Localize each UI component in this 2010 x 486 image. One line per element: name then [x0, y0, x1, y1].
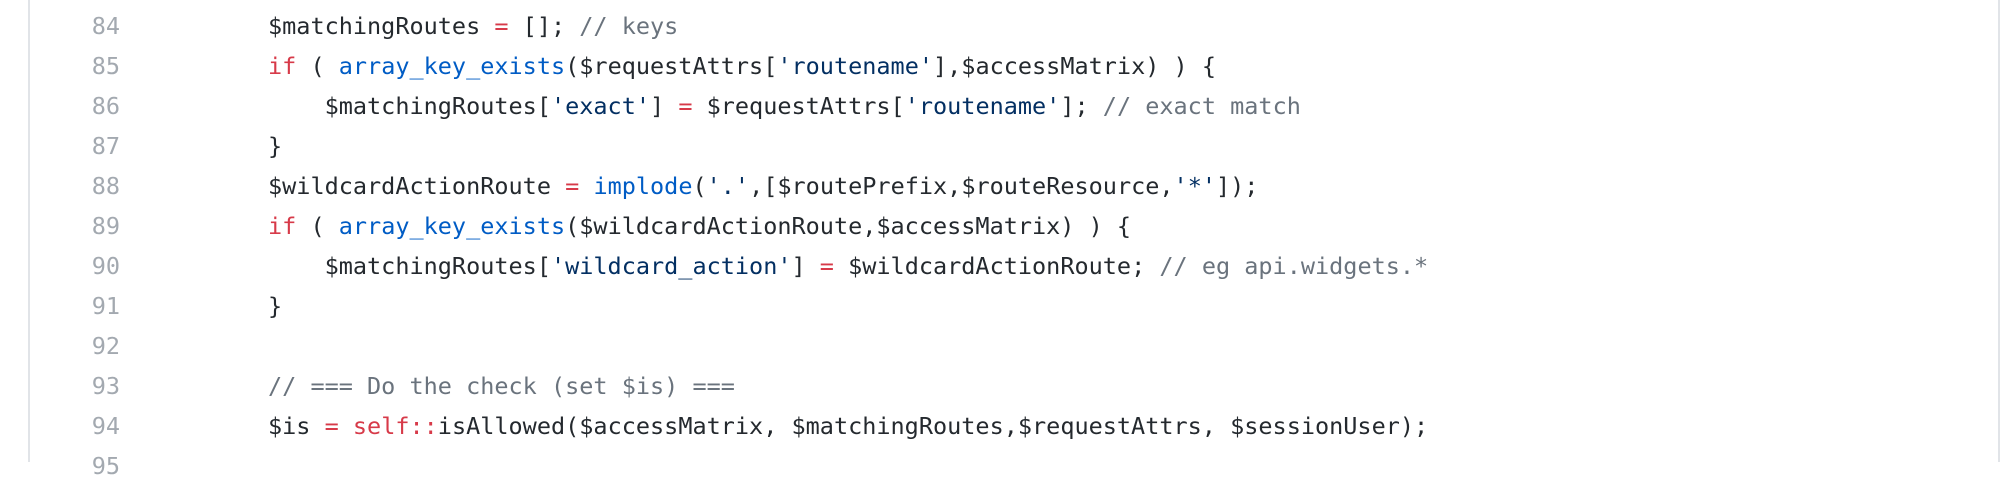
code-token: ,[$routePrefix,$routeResource, — [749, 172, 1174, 200]
code-token: // keys — [579, 12, 679, 40]
line-number[interactable]: 90 — [30, 246, 120, 286]
code-line: 91} — [30, 286, 1998, 326]
line-content: $is = self::isAllowed($accessMatrix, $ma… — [268, 406, 1428, 446]
code-token: ] — [650, 92, 679, 120]
line-number[interactable]: 87 — [30, 126, 120, 166]
line-content: $matchingRoutes = []; // keys — [268, 6, 678, 46]
line-content: // === Do the check (set $is) === — [268, 366, 735, 406]
line-number[interactable]: 93 — [30, 366, 120, 406]
line-content: $matchingRoutes['exact'] = $requestAttrs… — [268, 86, 1301, 126]
code-token: implode — [593, 172, 693, 200]
code-token: ( — [296, 52, 339, 80]
line-number[interactable]: 89 — [30, 206, 120, 246]
code-token: isAllowed($accessMatrix, $matchingRoutes… — [437, 412, 1429, 440]
code-token: ]; — [1060, 92, 1103, 120]
code-token: $requestAttrs[ — [692, 92, 905, 120]
line-content: } — [268, 126, 282, 166]
code-token: = — [819, 252, 834, 280]
code-token: ($wildcardActionRoute,$accessMatrix) ) { — [565, 212, 1132, 240]
code-token: array_key_exists — [338, 52, 566, 80]
code-token: []; — [508, 12, 580, 40]
code-token: } — [268, 292, 283, 320]
line-number[interactable]: 95 — [30, 446, 120, 486]
code-token: ],$accessMatrix) ) { — [933, 52, 1216, 80]
code-line: 85 if ( array_key_exists($requestAttrs['r… — [30, 46, 1998, 86]
code-token: ] — [791, 252, 820, 280]
line-content: if ( array_key_exists($requestAttrs['rou… — [268, 46, 1216, 86]
code-token: = — [324, 412, 339, 440]
code-line: 90 $matchingRoutes['wildcard_action'] = … — [30, 246, 1998, 286]
code-token: = — [565, 172, 580, 200]
code-token: $is — [268, 412, 325, 440]
code-viewer: 84 $matchingRoutes = []; // keys 85 if ( ar… — [28, 0, 2000, 480]
code-token: } — [268, 132, 283, 160]
code-line: 86 $matchingRoutes['exact'] = $requestAt… — [30, 86, 1998, 126]
line-content: $wildcardActionRoute = implode('.',[$rou… — [268, 166, 1258, 206]
code-token: ( — [296, 212, 339, 240]
code-token: = — [678, 92, 693, 120]
code-token: '*' — [1173, 172, 1216, 200]
code-token: ($requestAttrs[ — [565, 52, 778, 80]
line-content: if ( array_key_exists($wildcardActionRou… — [268, 206, 1131, 246]
code-line: 87} — [30, 126, 1998, 166]
code-table: 84 $matchingRoutes = []; // keys 85 if ( ar… — [30, 6, 1998, 486]
line-number[interactable]: 86 — [30, 86, 120, 126]
code-token: self:: — [352, 412, 438, 440]
line-number[interactable]: 92 — [30, 326, 120, 366]
code-token: if — [268, 52, 297, 80]
code-token: = — [494, 12, 509, 40]
code-token: '.' — [706, 172, 750, 200]
code-token: $matchingRoutes[ — [268, 252, 551, 280]
code-token: 'routename' — [904, 92, 1061, 120]
code-token: 'wildcard_action' — [550, 252, 792, 280]
line-number[interactable]: 84 — [30, 6, 120, 46]
code-token: // exact match — [1102, 92, 1301, 120]
code-token: // === Do the check (set $is) === — [268, 372, 735, 400]
code-line: 84 $matchingRoutes = []; // keys — [30, 6, 1998, 46]
code-token: $wildcardActionRoute; — [833, 252, 1160, 280]
line-content: } — [268, 286, 282, 326]
code-line: 89 if ( array_key_exists($wildcardActionR… — [30, 206, 1998, 246]
code-line: 93 // === Do the check (set $is) === — [30, 366, 1998, 406]
line-number[interactable]: 91 — [30, 286, 120, 326]
code-token: $wildcardActionRoute — [268, 172, 566, 200]
line-content: $matchingRoutes['wildcard_action'] = $wi… — [268, 246, 1429, 286]
code-token: $matchingRoutes — [268, 12, 495, 40]
code-line: 88 $wildcardActionRoute = implode('.',[$r… — [30, 166, 1998, 206]
code-token: $matchingRoutes[ — [268, 92, 551, 120]
code-line: 92 — [30, 326, 1998, 366]
code-line: 95 — [30, 446, 1998, 486]
code-token: ]); — [1216, 172, 1259, 200]
code-token: 'routename' — [777, 52, 933, 80]
code-token: // eg api.widgets.* — [1159, 252, 1429, 280]
line-number[interactable]: 88 — [30, 166, 120, 206]
line-number[interactable]: 85 — [30, 46, 120, 86]
code-line: 94 $is = self::isAllowed($accessMatrix, $… — [30, 406, 1998, 446]
code-token: array_key_exists — [338, 212, 566, 240]
code-token: if — [268, 212, 297, 240]
code-token: 'exact' — [550, 92, 651, 120]
line-number[interactable]: 94 — [30, 406, 120, 446]
code-token: ( — [692, 172, 707, 200]
